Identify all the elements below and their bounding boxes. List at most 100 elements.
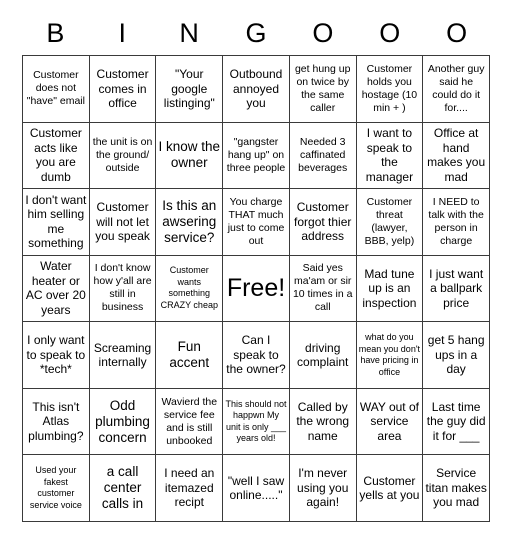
bingo-header-letter-3: G xyxy=(245,18,267,48)
bingo-cell-r4-c1[interactable]: Screaming internally xyxy=(89,322,157,389)
bingo-cell-r2-c5[interactable]: Customer threat (lawyer, BBB, yelp) xyxy=(356,189,424,256)
bingo-cell-r4-c6[interactable]: get 5 hang ups in a day xyxy=(423,322,490,389)
bingo-cell-r4-c2[interactable]: Fun accent xyxy=(156,322,224,389)
bingo-cell-r4-c3[interactable]: Can I speak to the owner? xyxy=(223,322,290,389)
bingo-cell-r6-c1[interactable]: a call center calls in xyxy=(89,455,157,522)
bingo-cell-r5-c5[interactable]: WAY out of service area xyxy=(356,388,424,456)
bingo-cell-label: Used your fakest customer service voice xyxy=(29,465,82,510)
bingo-cell-r2-c1[interactable]: Customer will not let you speak xyxy=(89,189,157,256)
bingo-cell-label: "Your google listinging" xyxy=(163,67,215,111)
bingo-header-letter-4: O xyxy=(312,18,334,48)
bingo-cell-label: "well I saw online....." xyxy=(227,473,285,503)
bingo-cell-label: I don't know how y'all are still in busi… xyxy=(93,262,152,314)
bingo-cell-r2-c6[interactable]: I NEED to talk with the person in charge xyxy=(423,189,490,256)
bingo-cell-r3-c6[interactable]: I just want a ballpark price xyxy=(423,255,490,323)
bingo-cell-r1-c1[interactable]: the unit is on the ground/ outside xyxy=(89,122,157,190)
bingo-cell-label: You charge THAT much just to come out xyxy=(227,195,285,247)
bingo-cell-label: Can I speak to the owner? xyxy=(226,333,286,377)
bingo-cell-r3-c0[interactable]: Water heater or AC over 20 years xyxy=(23,255,90,323)
bingo-cell-r1-c0[interactable]: Customer acts like you are dumb xyxy=(23,122,90,190)
bingo-cell-label: get 5 hang ups in a day xyxy=(427,333,485,377)
bingo-cell-r4-c5[interactable]: what do you mean you don't have pricing … xyxy=(356,322,424,389)
bingo-cell-label: I need an itemazed recipt xyxy=(164,466,215,510)
bingo-cell-r4-c0[interactable]: I only want to speak to *tech* xyxy=(23,322,90,389)
bingo-header-letter-2: N xyxy=(179,18,199,48)
bingo-cell-label: I'm never using you again! xyxy=(297,466,349,510)
bingo-cell-label: Free! xyxy=(226,273,286,302)
bingo-cell-r3-c1[interactable]: I don't know how y'all are still in busi… xyxy=(89,255,157,323)
bingo-cell-r6-c4[interactable]: I'm never using you again! xyxy=(289,455,357,522)
bingo-header-letter-0: B xyxy=(46,18,65,48)
bingo-cell-r6-c3[interactable]: "well I saw online....." xyxy=(223,455,290,522)
bingo-header-letter-6: O xyxy=(446,18,468,48)
bingo-cell-r6-c6[interactable]: Service titan makes you mad xyxy=(423,455,490,522)
bingo-cell-label: Mad tune up is an inspection xyxy=(362,266,417,310)
bingo-cell-r0-c0[interactable]: Customer does not "have" email xyxy=(23,56,90,123)
bingo-cell-label: Customer yells at you xyxy=(359,473,420,503)
bingo-cell-r1-c2[interactable]: I know the owner xyxy=(156,122,224,190)
bingo-header-letter-1: I xyxy=(118,18,127,48)
bingo-cell-label: This isn't Atlas plumbing? xyxy=(28,399,84,443)
bingo-cell-label: I don't want him selling me something xyxy=(25,192,87,251)
bingo-cell-r4-c4[interactable]: driving complaint xyxy=(289,322,357,389)
bingo-cell-r5-c0[interactable]: This isn't Atlas plumbing? xyxy=(23,388,90,456)
bingo-cell-label: Water heater or AC over 20 years xyxy=(25,259,86,317)
bingo-cell-r0-c6[interactable]: Another guy said he could do it for.... xyxy=(423,56,490,123)
bingo-cell-r3-c4[interactable]: Said yes ma'am or sir 10 times in a call xyxy=(289,255,357,323)
bingo-cell-r3-c2[interactable]: Customer wants something CRAZY cheap xyxy=(156,255,224,323)
bingo-cell-label: Customer does not "have" email xyxy=(26,69,85,108)
bingo-cell-r5-c6[interactable]: Last time the guy did it for ___ xyxy=(423,388,490,456)
bingo-cell-label: Fun accent xyxy=(169,339,210,371)
bingo-cell-r0-c4[interactable]: get hung up on twice by the same caller xyxy=(289,56,357,123)
bingo-cell-label: This should not happwn My unit is only _… xyxy=(225,398,287,444)
bingo-cell-label: Last time the guy did it for ___ xyxy=(426,399,486,443)
bingo-cell-r6-c5[interactable]: Customer yells at you xyxy=(356,455,424,522)
bingo-cell-label: Odd plumbing concern xyxy=(95,397,150,445)
bingo-cell-r1-c5[interactable]: I want to speak to the manager xyxy=(356,122,424,190)
bingo-cell-label: get hung up on twice by the same caller xyxy=(294,62,351,114)
bingo-cell-label: Office at hand makes you mad xyxy=(427,126,486,184)
bingo-cell-label: Customer forgot thier address xyxy=(294,200,352,244)
bingo-cell-label: Wavierd the service fee and is still unb… xyxy=(161,395,218,447)
bingo-cell-label: the unit is on the ground/ outside xyxy=(92,135,153,174)
bingo-cell-label: Customer threat (lawyer, BBB, yelp) xyxy=(364,195,415,247)
bingo-cell-r2-c4[interactable]: Customer forgot thier address xyxy=(289,189,357,256)
bingo-cell-r5-c2[interactable]: Wavierd the service fee and is still unb… xyxy=(156,388,224,456)
bingo-cell-r1-c3[interactable]: "gangster hang up" on three people xyxy=(223,122,290,190)
bingo-cell-label: Customer comes in office xyxy=(96,67,149,111)
bingo-cell-r0-c5[interactable]: Customer holds you hostage (10 min + ) xyxy=(356,56,424,123)
bingo-grid: Customer does not "have" email Customer c… xyxy=(22,55,490,522)
bingo-cell-r2-c3[interactable]: You charge THAT much just to come out xyxy=(223,189,290,256)
bingo-cell-label: WAY out of service area xyxy=(359,399,419,443)
bingo-cell-r0-c3[interactable]: Outbound annoyed you xyxy=(223,56,290,123)
bingo-cell-label: Customer acts like you are dumb xyxy=(29,126,82,184)
bingo-cell-label: Customer wants something CRAZY cheap xyxy=(160,265,218,310)
bingo-cell-r6-c2[interactable]: I need an itemazed recipt xyxy=(156,455,224,522)
bingo-cell-r2-c2[interactable]: Is this an awsering service? xyxy=(156,189,224,256)
bingo-cell-r5-c3[interactable]: This should not happwn My unit is only _… xyxy=(223,388,290,456)
bingo-cell-label: driving complaint xyxy=(297,340,349,370)
bingo-cell-label: Screaming internally xyxy=(93,340,152,370)
bingo-free-space[interactable]: Free! xyxy=(223,255,290,323)
bingo-cell-r2-c0[interactable]: I don't want him selling me something xyxy=(23,189,90,256)
bingo-cell-r0-c2[interactable]: "Your google listinging" xyxy=(156,56,224,123)
bingo-cell-r3-c5[interactable]: Mad tune up is an inspection xyxy=(356,255,424,323)
bingo-header-letters: BINGOOO xyxy=(22,14,490,54)
bingo-cell-label: Customer will not let you speak xyxy=(95,200,150,244)
bingo-cell-label: a call center calls in xyxy=(101,464,144,512)
bingo-cell-r5-c4[interactable]: Called by the wrong name xyxy=(289,388,357,456)
bingo-cell-label: Called by the wrong name xyxy=(296,399,350,443)
bingo-header-letter-5: O xyxy=(379,18,401,48)
bingo-cell-label: Another guy said he could do it for.... xyxy=(427,62,485,114)
bingo-cell-label: I want to speak to the manager xyxy=(365,126,414,184)
bingo-cell-r5-c1[interactable]: Odd plumbing concern xyxy=(89,388,157,456)
bingo-cell-label: Needed 3 caffinated beverages xyxy=(298,135,348,174)
bingo-cell-label: Said yes ma'am or sir 10 times in a call xyxy=(292,262,353,314)
bingo-cell-label: Outbound annoyed you xyxy=(229,67,283,111)
bingo-cell-label: "gangster hang up" on three people xyxy=(226,135,286,174)
bingo-cell-label: I only want to speak to *tech* xyxy=(26,333,86,377)
bingo-cell-r1-c4[interactable]: Needed 3 caffinated beverages xyxy=(289,122,357,190)
bingo-cell-r0-c1[interactable]: Customer comes in office xyxy=(89,56,157,123)
bingo-cell-r1-c6[interactable]: Office at hand makes you mad xyxy=(423,122,490,190)
bingo-cell-r6-c0[interactable]: Used your fakest customer service voice xyxy=(23,455,90,522)
